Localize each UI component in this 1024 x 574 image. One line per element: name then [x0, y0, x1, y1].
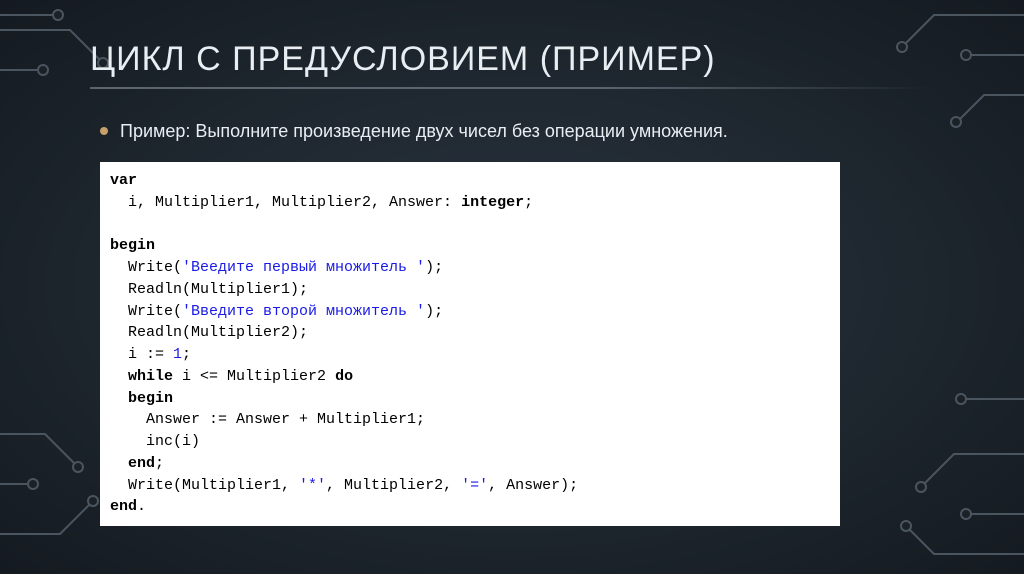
kw-while: while [128, 368, 173, 385]
fc: , Answer); [488, 477, 578, 494]
decl: i, Multiplier1, Multiplier2, Answer: [110, 194, 461, 211]
str-eq: '=' [461, 477, 488, 494]
dot: . [137, 498, 146, 515]
w1a: Write( [110, 259, 182, 276]
fa: Write(Multiplier1, [110, 477, 299, 494]
title-underline [90, 87, 934, 89]
slide-title: ЦИКЛ С ПРЕДУСЛОВИЕМ (ПРИМЕР) [90, 40, 934, 79]
code-block: var i, Multiplier1, Multiplier2, Answer:… [100, 162, 840, 526]
wb: i <= Multiplier2 [173, 368, 335, 385]
num1: 1 [173, 346, 182, 363]
b2a [110, 390, 128, 407]
str1: 'Веедите первый множитель ' [182, 259, 425, 276]
bullet-prefix: Пример: [120, 121, 190, 141]
bullet-text: Пример: Выполните произведение двух чисе… [120, 119, 728, 144]
kw-end: end [110, 498, 137, 515]
semi: ; [524, 194, 533, 211]
ia: i := [110, 346, 173, 363]
eia [110, 455, 128, 472]
bullet-rest: Выполните произведение двух чисел без оп… [190, 121, 727, 141]
kw-begin2: begin [128, 390, 173, 407]
slide-content: ЦИКЛ С ПРЕДУСЛОВИЕМ (ПРИМЕР) Пример: Вып… [0, 0, 1024, 556]
answer-line: Answer := Answer + Multiplier1; [110, 411, 425, 428]
readln2: Readln(Multiplier2); [110, 324, 308, 341]
bullet-row: Пример: Выполните произведение двух чисе… [100, 119, 934, 144]
w2a: Write( [110, 303, 182, 320]
kw-do: do [335, 368, 353, 385]
type-integer: integer [461, 194, 524, 211]
str2: 'Введите второй множитель ' [182, 303, 425, 320]
ib: ; [182, 346, 191, 363]
str-star: '*' [299, 477, 326, 494]
w2b: ); [425, 303, 443, 320]
readln1: Readln(Multiplier1); [110, 281, 308, 298]
inc-line: inc(i) [110, 433, 200, 450]
fb: , Multiplier2, [326, 477, 461, 494]
kw-end-inner: end [128, 455, 155, 472]
bullet-dot-icon [100, 127, 108, 135]
eib: ; [155, 455, 164, 472]
wa [110, 368, 128, 385]
w1b: ); [425, 259, 443, 276]
kw-begin: begin [110, 237, 155, 254]
kw-var: var [110, 172, 137, 189]
